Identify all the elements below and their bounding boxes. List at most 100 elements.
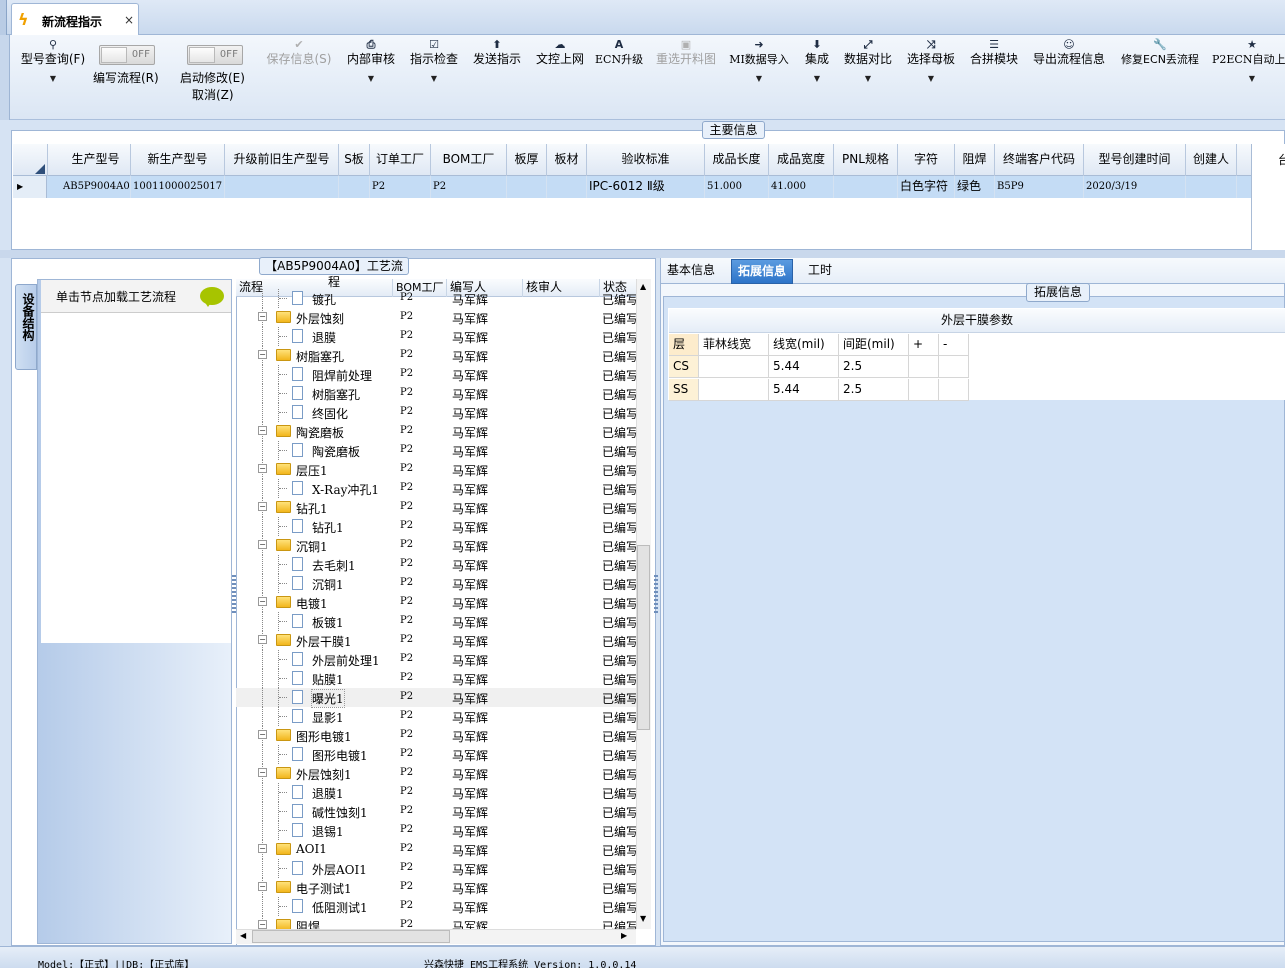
reselect-drawing-button[interactable]: ▣ 重选开料图	[654, 38, 718, 67]
table-cell[interactable]: SS	[669, 379, 699, 401]
model-query-button[interactable]: ⚲ 型号查询(F) ▼	[17, 38, 89, 84]
tree-node[interactable]: 外层AOI1 P2 马军辉 已编写	[236, 859, 636, 878]
table-cell[interactable]	[507, 176, 547, 198]
tree-node[interactable]: 钻孔1 P2 马军辉 已编写	[236, 517, 636, 536]
tree-vertical-scroll-thumb[interactable]	[637, 545, 650, 730]
tree-node[interactable]: 碱性蚀刻1 P2 马军辉 已编写	[236, 802, 636, 821]
tree-node[interactable]: − 层压1 P2 马军辉 已编写	[236, 460, 636, 479]
save-info-button[interactable]: ✔ 保存信息(S)	[263, 38, 335, 67]
tree-node[interactable]: − 电子测试1 P2 马军辉 已编写	[236, 878, 636, 897]
tab-basic-info[interactable]: 基本信息	[661, 259, 721, 284]
tab-work-hours[interactable]: 工时	[802, 259, 838, 284]
tree-node[interactable]: 陶瓷磨板 P2 马军辉 已编写	[236, 441, 636, 460]
column-header[interactable]: 终端客户代码	[995, 144, 1084, 176]
tree-node[interactable]: − 外层蚀刻 P2 马军辉 已编写	[236, 308, 636, 327]
tree-node[interactable]: X-Ray冲孔1 P2 马军辉 已编写	[236, 479, 636, 498]
tree-node[interactable]: − 电镀1 P2 马军辉 已编写	[236, 593, 636, 612]
chevron-down-icon[interactable]: ▼	[905, 74, 957, 84]
scroll-down-icon[interactable]: ▼	[640, 914, 646, 923]
collapse-icon[interactable]: −	[258, 464, 267, 473]
collapse-icon[interactable]: −	[258, 844, 267, 853]
mi-import-button[interactable]: ➜ MI数据导入 ▼	[728, 38, 790, 84]
column-header[interactable]: 升级前旧生产型号	[225, 144, 339, 176]
tree-node[interactable]: − 钻孔1 P2 马军辉 已编写	[236, 498, 636, 517]
tab-strip-scroll-handle[interactable]	[0, 0, 7, 35]
table-cell[interactable]	[834, 176, 898, 198]
tree-node[interactable]: 退膜1 P2 马军辉 已编写	[236, 783, 636, 802]
table-cell[interactable]: 2.5	[839, 379, 909, 401]
scroll-left-icon[interactable]: ◀	[240, 931, 246, 940]
table-cell[interactable]	[225, 176, 339, 198]
table-cell[interactable]: AB5P9004A0	[61, 176, 131, 198]
collapse-icon[interactable]: −	[258, 312, 267, 321]
column-header[interactable]: S板	[339, 144, 370, 176]
collapse-icon[interactable]: −	[258, 597, 267, 606]
combine-module-button[interactable]: ☰ 合拼模块	[968, 38, 1020, 67]
table-cell[interactable]: 41.000	[769, 176, 834, 198]
tree-node[interactable]: 终固化 P2 马军辉 已编写	[236, 403, 636, 422]
tree-node[interactable]: 曝光1 P2 马军辉 已编写	[236, 688, 636, 708]
tree-node[interactable]: 退膜 P2 马军辉 已编写	[236, 327, 636, 346]
doc-control-upload-button[interactable]: ☁ 文控上网	[534, 38, 586, 67]
close-icon[interactable]: ×	[124, 13, 134, 27]
table-cell[interactable]: IPC-6012 Ⅱ级	[587, 176, 705, 198]
tree-node[interactable]: 镀孔 P2 马军辉 已编写	[236, 289, 636, 308]
column-header[interactable]: 订单工厂	[370, 144, 431, 176]
repair-ecn-button[interactable]: 🔧 修复ECN丢流程	[1118, 38, 1202, 67]
tree-node[interactable]: − AOI1 P2 马军辉 已编写	[236, 840, 636, 859]
tree-node[interactable]: 去毛刺1 P2 马军辉 已编写	[236, 555, 636, 574]
table-cell[interactable]: B5P9	[995, 176, 1084, 198]
table-cell[interactable]: 2.5	[839, 356, 909, 378]
table-cell[interactable]	[909, 379, 939, 401]
collapse-icon[interactable]: −	[258, 730, 267, 739]
column-header[interactable]: -	[939, 334, 969, 356]
tree-node[interactable]: 阻焊前处理 P2 马军辉 已编写	[236, 365, 636, 384]
column-header[interactable]: +	[909, 334, 939, 356]
tree-node[interactable]: − 沉铜1 P2 马军辉 已编写	[236, 536, 636, 555]
collapse-icon[interactable]: −	[258, 768, 267, 777]
tree-node[interactable]: 退锡1 P2 马军辉 已编写	[236, 821, 636, 840]
table-cell[interactable]	[939, 379, 969, 401]
tree-node[interactable]: 低阻测试1 P2 马军辉 已编写	[236, 897, 636, 916]
tree-horizontal-scroll-thumb[interactable]	[252, 930, 450, 943]
cancel-label[interactable]: 取消(Z)	[192, 87, 234, 104]
column-header[interactable]: BOM工厂	[431, 144, 507, 176]
column-header[interactable]: 成品宽度	[769, 144, 834, 176]
column-header[interactable]: 验收标准	[587, 144, 705, 176]
scroll-up-icon[interactable]: ▲	[640, 282, 646, 291]
table-cell[interactable]: 5.44	[769, 379, 839, 401]
select-master-button[interactable]: ⤨ 选择母板 ▼	[905, 38, 957, 84]
table-cell[interactable]	[699, 356, 769, 378]
table-cell[interactable]: 5.44	[769, 356, 839, 378]
collapse-icon[interactable]: −	[258, 635, 267, 644]
collapse-icon[interactable]: −	[258, 350, 267, 359]
chevron-down-icon[interactable]: ▼	[1212, 74, 1285, 84]
table-cell[interactable]: 白色字符	[898, 176, 955, 198]
tree-node[interactable]: − 外层干膜1 P2 马军辉 已编写	[236, 631, 636, 650]
chevron-down-icon[interactable]: ▼	[408, 74, 460, 84]
column-header[interactable]: 新生产型号	[131, 144, 225, 176]
column-header[interactable]: 阻焊	[955, 144, 995, 176]
chevron-down-icon[interactable]: ▼	[728, 74, 790, 84]
tree-node[interactable]: 树脂塞孔 P2 马军辉 已编写	[236, 384, 636, 403]
instruction-check-button[interactable]: ☑ 指示检查 ▼	[408, 38, 460, 84]
collapse-icon[interactable]: −	[258, 920, 267, 929]
tree-node[interactable]: − 图形电镀1 P2 马军辉 已编写	[236, 726, 636, 745]
column-header[interactable]: 成品长度	[705, 144, 769, 176]
table-cell[interactable]: 绿色	[955, 176, 995, 198]
horizontal-splitter[interactable]	[0, 250, 1285, 258]
tree-node[interactable]: 板镀1 P2 马军辉 已编写	[236, 612, 636, 631]
table-cell[interactable]: 2020/3/19	[1084, 176, 1186, 198]
column-header[interactable]: 创建人	[1186, 144, 1237, 176]
column-header[interactable]: 字符	[898, 144, 955, 176]
send-instruction-button[interactable]: ⬆ 发送指示	[471, 38, 523, 67]
internal-review-button[interactable]: ⎙ 内部审核 ▼	[345, 38, 397, 84]
tree-node[interactable]: − 树脂塞孔 P2 马军辉 已编写	[236, 346, 636, 365]
splitter-grip[interactable]	[654, 575, 658, 615]
table-cell[interactable]	[547, 176, 587, 198]
table-cell[interactable]	[699, 379, 769, 401]
table-cell[interactable]	[339, 176, 370, 198]
grid-select-all-corner[interactable]	[13, 144, 48, 176]
write-flow-toggle[interactable]: OFF	[99, 45, 155, 65]
table-cell[interactable]	[1186, 176, 1237, 198]
